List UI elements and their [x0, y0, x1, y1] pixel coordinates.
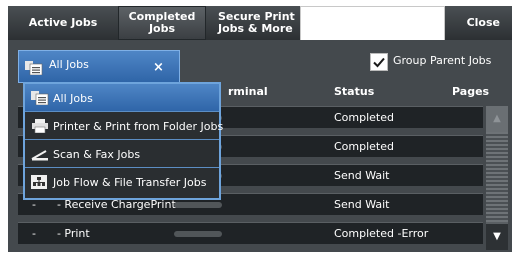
column-header-pages[interactable]: Pages	[452, 85, 489, 98]
menu-item-printer-jobs[interactable]: Printer & Print from Folder Jobs	[25, 112, 223, 140]
scroll-up-button[interactable]: ▲	[486, 106, 508, 132]
triangle-down-icon: ▼	[493, 231, 501, 242]
menu-item-job-flow-jobs[interactable]: Job Flow & File Transfer Jobs	[25, 168, 219, 196]
job-filter-menu: All Jobs Printer & Print from Folder Job…	[23, 82, 223, 200]
job-type-cell: - - Print	[32, 227, 90, 240]
table-row[interactable]: - - Print Completed -Error	[18, 222, 483, 244]
checkmark-icon	[373, 57, 385, 68]
all-jobs-icon	[31, 91, 49, 108]
menu-item-all-jobs[interactable]: All Jobs	[25, 84, 219, 112]
terminal-cell-redacted	[174, 202, 222, 208]
job-flow-icon	[31, 175, 49, 192]
menu-item-scan-fax-jobs[interactable]: Scan & Fax Jobs	[25, 140, 219, 168]
tab-secure-print-jobs[interactable]: Secure Print Jobs & More	[206, 6, 300, 40]
group-parent-jobs-label: Group Parent Jobs	[393, 54, 492, 67]
menu-item-label: All Jobs	[53, 92, 93, 105]
triangle-up-icon: ▲	[493, 113, 501, 124]
job-status-cell: Completed	[334, 111, 394, 124]
job-filter-label: All Jobs	[49, 58, 89, 71]
menu-item-label: Printer & Print from Folder Jobs	[53, 120, 224, 133]
job-status-cell: Completed	[334, 140, 394, 153]
terminal-cell-redacted	[174, 231, 222, 237]
group-parent-jobs-checkbox[interactable]	[370, 53, 388, 71]
scrollbar[interactable]: ▲ ▼	[486, 106, 508, 250]
tab-bar-spacer	[300, 6, 445, 40]
all-jobs-icon	[25, 60, 43, 79]
tab-bar: Active Jobs Completed Jobs Secure Print Jo…	[8, 6, 512, 40]
job-status-cell: Send Wait	[334, 169, 390, 182]
tab-secure-print-label: Secure Print Jobs & More	[218, 10, 295, 35]
clear-filter-icon[interactable]: ×	[153, 60, 164, 75]
scrollbar-thumb[interactable]	[486, 132, 508, 222]
tab-active-jobs-label: Active Jobs	[28, 16, 98, 29]
close-button[interactable]: Close	[445, 6, 512, 40]
menu-item-label: Job Flow & File Transfer Jobs	[53, 176, 207, 189]
menu-item-label: Scan & Fax Jobs	[53, 148, 141, 161]
tab-completed-jobs-label: Completed Jobs	[128, 10, 196, 35]
job-status-screen: Active Jobs Completed Jobs Secure Print Jo…	[0, 0, 522, 260]
scroll-down-button[interactable]: ▼	[486, 224, 508, 250]
column-header-status[interactable]: Status	[334, 85, 374, 98]
job-filter-dropdown[interactable]: All Jobs ×	[18, 50, 180, 83]
printer-icon	[31, 119, 49, 136]
tab-active-jobs[interactable]: Active Jobs	[8, 6, 118, 40]
job-status-cell: Send Wait	[334, 198, 390, 211]
column-header-terminal[interactable]: rminal	[228, 85, 268, 98]
scanner-icon	[31, 147, 49, 164]
tab-completed-jobs[interactable]: Completed Jobs	[118, 6, 206, 40]
job-status-cell: Completed -Error	[334, 227, 429, 240]
close-button-label: Close	[466, 16, 500, 29]
